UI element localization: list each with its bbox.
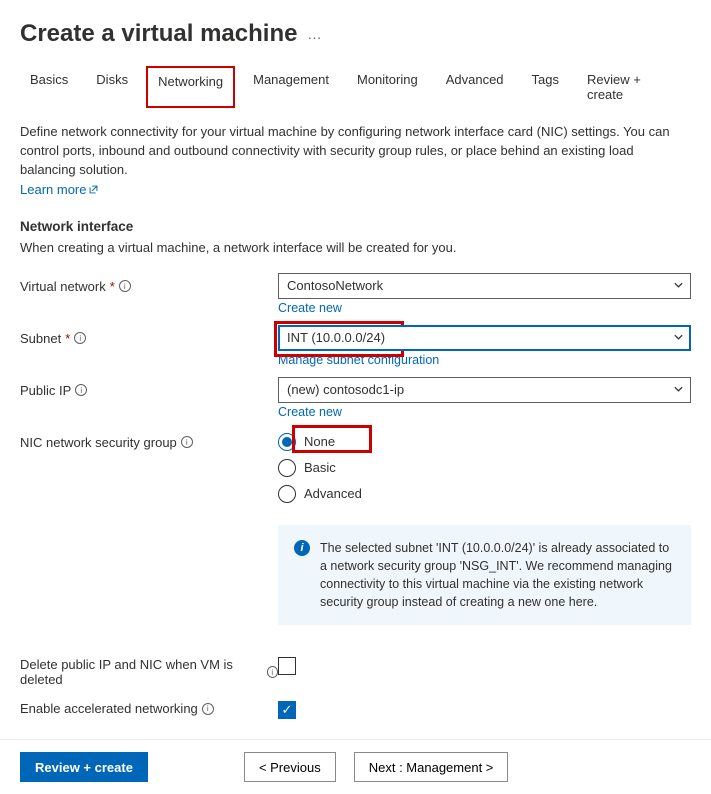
row-subnet: Subnet * i INT (10.0.0.0/24) Manage subn…	[20, 325, 691, 367]
publicip-create-new-link[interactable]: Create new	[278, 405, 342, 419]
publicip-value: (new) contosodc1-ip	[287, 382, 404, 397]
tab-advanced[interactable]: Advanced	[436, 66, 514, 108]
nsg-radio-basic[interactable]: Basic	[278, 459, 691, 477]
radio-icon	[278, 433, 296, 451]
next-button[interactable]: Next : Management >	[354, 752, 509, 782]
delete-label: Delete public IP and NIC when VM is dele…	[20, 657, 263, 687]
page-title: Create a virtual machine	[20, 20, 297, 48]
publicip-select[interactable]: (new) contosodc1-ip	[278, 377, 691, 403]
info-icon: i	[294, 540, 310, 556]
chevron-down-icon	[673, 382, 684, 397]
info-icon[interactable]: i	[119, 280, 131, 292]
footer-bar: Review + create < Previous Next : Manage…	[0, 739, 711, 794]
nsg-radio-none[interactable]: None	[278, 433, 691, 451]
tab-disks[interactable]: Disks	[86, 66, 138, 108]
tab-networking[interactable]: Networking	[146, 66, 235, 108]
chevron-down-icon	[673, 278, 684, 293]
nsg-basic-label: Basic	[304, 460, 336, 475]
nsg-advanced-label: Advanced	[304, 486, 362, 501]
external-link-icon	[88, 184, 99, 195]
accel-checkbox[interactable]: ✓	[278, 701, 296, 719]
chevron-down-icon	[673, 330, 684, 345]
vnet-value: ContosoNetwork	[287, 278, 383, 293]
publicip-label: Public IP	[20, 383, 71, 398]
required-indicator: *	[110, 279, 115, 294]
delete-checkbox[interactable]	[278, 657, 296, 675]
row-nsg: NIC network security group i None Basic …	[20, 429, 691, 503]
vnet-select[interactable]: ContosoNetwork	[278, 273, 691, 299]
tab-review-create[interactable]: Review + create	[577, 66, 683, 108]
section-title: Network interface	[20, 219, 691, 234]
required-indicator: *	[65, 331, 70, 346]
row-virtual-network: Virtual network * i ContosoNetwork Creat…	[20, 273, 691, 315]
page-header: Create a virtual machine ···	[20, 20, 691, 48]
nsg-none-label: None	[304, 434, 335, 449]
learn-more-label: Learn more	[20, 182, 86, 197]
nsg-radio-advanced[interactable]: Advanced	[278, 485, 691, 503]
info-icon[interactable]: i	[74, 332, 86, 344]
row-accelerated-networking: Enable accelerated networking i ✓	[20, 701, 691, 719]
review-create-button[interactable]: Review + create	[20, 752, 148, 782]
tab-description: Define network connectivity for your vir…	[20, 123, 691, 180]
vnet-label: Virtual network	[20, 279, 106, 294]
nsg-radio-group: None Basic Advanced	[278, 429, 691, 503]
row-delete-ip-nic: Delete public IP and NIC when VM is dele…	[20, 657, 691, 687]
info-icon[interactable]: i	[181, 436, 193, 448]
section-subtitle: When creating a virtual machine, a netwo…	[20, 240, 691, 255]
subnet-manage-link[interactable]: Manage subnet configuration	[278, 353, 439, 367]
tab-management[interactable]: Management	[243, 66, 339, 108]
learn-more-link[interactable]: Learn more	[20, 182, 99, 197]
nsg-label: NIC network security group	[20, 435, 177, 450]
tab-bar: Basics Disks Networking Management Monit…	[20, 66, 691, 109]
info-icon[interactable]: i	[75, 384, 87, 396]
row-infobox: i The selected subnet 'INT (10.0.0.0/24)…	[20, 513, 691, 648]
more-button[interactable]: ···	[307, 23, 321, 45]
accel-label: Enable accelerated networking	[20, 701, 198, 716]
previous-button[interactable]: < Previous	[244, 752, 336, 782]
info-box: i The selected subnet 'INT (10.0.0.0/24)…	[278, 525, 691, 626]
row-public-ip: Public IP i (new) contosodc1-ip Create n…	[20, 377, 691, 419]
tab-monitoring[interactable]: Monitoring	[347, 66, 428, 108]
tab-basics[interactable]: Basics	[20, 66, 78, 108]
info-icon[interactable]: i	[267, 666, 278, 678]
info-icon[interactable]: i	[202, 703, 214, 715]
subnet-label: Subnet	[20, 331, 61, 346]
vnet-create-new-link[interactable]: Create new	[278, 301, 342, 315]
subnet-select[interactable]: INT (10.0.0.0/24)	[278, 325, 691, 351]
radio-icon	[278, 485, 296, 503]
infobox-text: The selected subnet 'INT (10.0.0.0/24)' …	[320, 539, 675, 612]
tab-tags[interactable]: Tags	[522, 66, 569, 108]
radio-icon	[278, 459, 296, 477]
subnet-value: INT (10.0.0.0/24)	[287, 330, 385, 345]
